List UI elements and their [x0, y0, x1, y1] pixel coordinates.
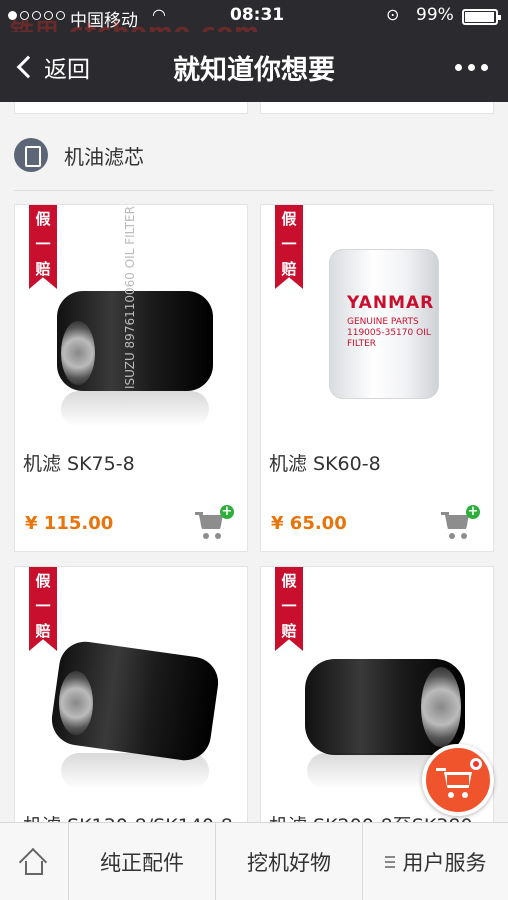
product-name: 机滤 SK60-8 — [269, 453, 381, 475]
divider — [14, 190, 494, 191]
product-label-text: GENUINE PARTS 119005-35170 OIL FILTER — [347, 317, 431, 349]
product-price: ¥ 115.00 — [25, 513, 114, 534]
home-icon — [18, 847, 49, 877]
guarantee-badge: 假一赔十 — [275, 567, 303, 651]
product-name: 机滤 SK75-8 — [23, 453, 135, 475]
section-header: 机油滤芯 — [14, 138, 144, 172]
tab-user-service[interactable]: 用户服务 — [362, 823, 508, 900]
guarantee-badge: 假一赔十 — [29, 205, 57, 289]
add-to-cart-button[interactable]: + — [441, 504, 480, 541]
filter-category-icon — [14, 138, 48, 172]
tab-genuine-parts[interactable]: 纯正配件 — [68, 823, 215, 900]
floating-cart-button[interactable] — [422, 744, 494, 816]
image-reflection — [61, 391, 209, 427]
nav-bar: 返回 就知道你想要 — [0, 32, 508, 102]
section-title: 机油滤芯 — [64, 144, 144, 169]
battery-icon — [462, 9, 501, 25]
product-card[interactable]: 假一赔十 机滤 SK130-8/SK140-8 — [14, 566, 248, 822]
home-button[interactable] — [0, 823, 68, 900]
filter-base — [421, 667, 461, 747]
previous-cards-edge — [14, 102, 494, 116]
product-card[interactable]: 假一赔十 YANMAR GENUINE PARTS 119005-35170 O… — [260, 204, 494, 552]
tab-label: 挖机好物 — [247, 851, 331, 875]
product-list[interactable]: 机油滤芯 假一赔十 ISUZU 8976110060 OIL FILTER 机滤… — [0, 102, 508, 822]
tab-excavator-goods[interactable]: 挖机好物 — [215, 823, 362, 900]
menu-icon — [384, 853, 395, 871]
add-to-cart-button[interactable]: + — [195, 504, 234, 541]
product-card[interactable]: 假一赔十 ISUZU 8976110060 OIL FILTER 机滤 SK75… — [14, 204, 248, 552]
battery-percent: 99% — [416, 5, 454, 25]
product-name: 机滤 SK130-8/SK140-8 — [23, 811, 233, 822]
guarantee-badge: 假一赔十 — [275, 205, 303, 289]
filter-base — [61, 321, 95, 385]
plus-icon: + — [220, 504, 234, 519]
rotation-lock-icon: ⊙ — [386, 5, 400, 24]
bottom-tab-bar: 纯正配件 挖机好物 用户服务 — [0, 822, 508, 900]
tab-label: 纯正配件 — [100, 851, 184, 875]
guarantee-badge: 假一赔十 — [29, 567, 57, 651]
image-reflection — [61, 753, 209, 789]
product-label-text: ISUZU 8976110060 OIL FILTER — [123, 206, 137, 389]
plus-icon: + — [466, 504, 480, 519]
status-bar: 中国移动 ◠ 08:31 ⊙ 99% 铁甲 ctchome.com — [0, 0, 508, 46]
filter-base — [59, 671, 93, 735]
product-price: ¥ 65.00 — [271, 513, 347, 534]
tab-label: 用户服务 — [402, 851, 487, 875]
cart-notification-dot — [470, 758, 482, 770]
page-title: 就知道你想要 — [173, 55, 335, 86]
brand-logo: YANMAR — [347, 293, 435, 313]
more-options-button[interactable] — [455, 64, 488, 71]
